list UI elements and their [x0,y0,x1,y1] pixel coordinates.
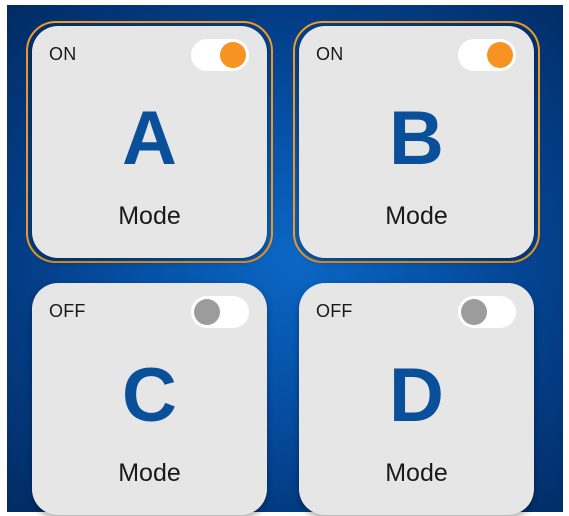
mode-tile-a[interactable]: ON A Mode [32,26,267,258]
toggle-knob [487,42,513,68]
toggle-switch[interactable] [191,39,249,71]
mode-letter: B [389,96,444,181]
mode-label: Mode [385,202,448,230]
toggle-switch[interactable] [458,296,516,328]
mode-letter: D [389,353,444,438]
mode-label: Mode [118,202,181,230]
toggle-knob [461,299,487,325]
toggle-switch[interactable] [191,296,249,328]
status-label: OFF [49,301,86,321]
mode-tile-b[interactable]: ON B Mode [299,26,534,258]
toggle-knob [220,42,246,68]
status-label: ON [49,44,77,64]
mode-label: Mode [385,459,448,487]
mode-letter: A [122,96,177,181]
mode-letter: C [122,353,177,438]
mode-control-panel: ON A Mode ON B Mode OFF C Mode OFF D Mod… [7,5,563,515]
mode-tile-c[interactable]: OFF C Mode [32,283,267,515]
toggle-knob [194,299,220,325]
mode-label: Mode [118,459,181,487]
status-label: OFF [316,301,353,321]
toggle-switch[interactable] [458,39,516,71]
status-label: ON [316,44,344,64]
mode-tile-d[interactable]: OFF D Mode [299,283,534,515]
